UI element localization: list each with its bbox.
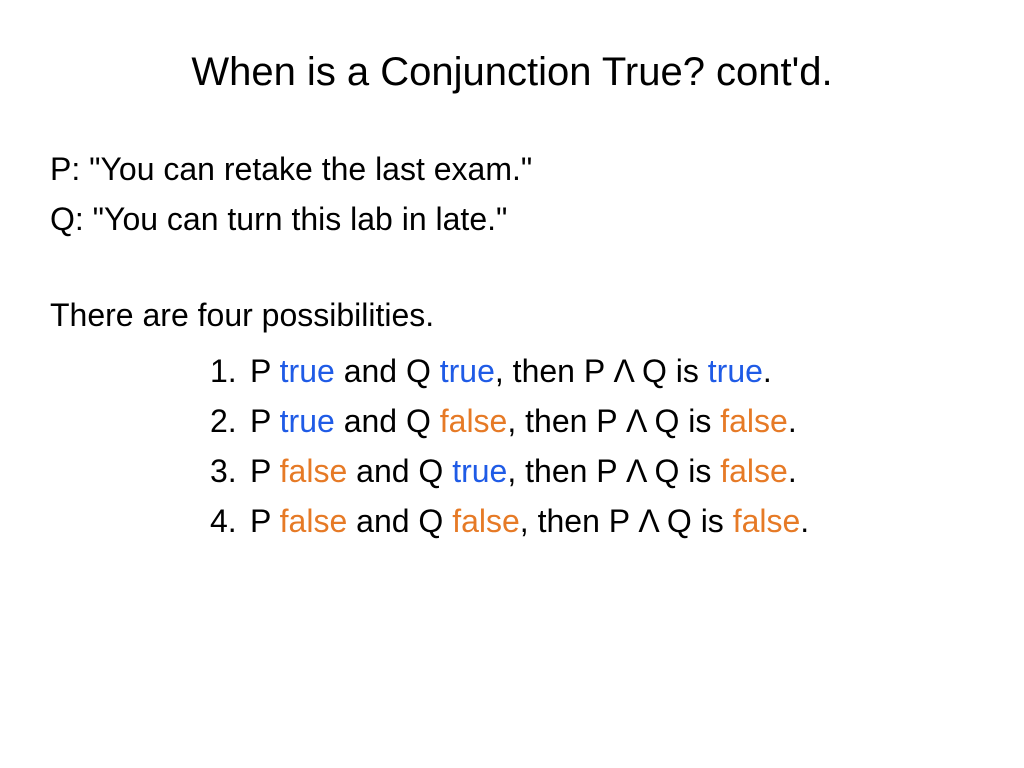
poss-4-a: P xyxy=(250,503,280,539)
poss-1-num: 1. xyxy=(210,347,250,395)
proposition-q: Q: "You can turn this lab in late." xyxy=(50,195,974,243)
poss-1-c: , then P Λ Q is xyxy=(495,353,708,389)
poss-4-pval: false xyxy=(280,503,348,539)
poss-2-rval: false xyxy=(720,403,788,439)
proposition-p: P: "You can retake the last exam." xyxy=(50,145,974,193)
slide-title: When is a Conjunction True? cont'd. xyxy=(50,50,974,95)
poss-4-b: and Q xyxy=(347,503,452,539)
poss-4-rval: false xyxy=(733,503,801,539)
poss-4-qval: false xyxy=(452,503,520,539)
poss-3-pval: false xyxy=(280,453,348,489)
poss-2-qval: false xyxy=(440,403,508,439)
poss-1-rval: true xyxy=(708,353,763,389)
possibilities-intro: There are four possibilities. xyxy=(50,291,974,339)
prop-q-label: Q: xyxy=(50,201,84,237)
slide-content: P: "You can retake the last exam." Q: "Y… xyxy=(50,145,974,545)
poss-1-a: P xyxy=(250,353,280,389)
poss-4-c: , then P Λ Q is xyxy=(520,503,733,539)
poss-3-rval: false xyxy=(720,453,788,489)
possibilities-list: 1.P true and Q true, then P Λ Q is true.… xyxy=(210,347,974,545)
prop-q-text: "You can turn this lab in late." xyxy=(93,201,508,237)
poss-3-d: . xyxy=(788,453,797,489)
possibility-4: 4.P false and Q false, then P Λ Q is fal… xyxy=(210,497,974,545)
poss-1-b: and Q xyxy=(335,353,440,389)
poss-2-num: 2. xyxy=(210,397,250,445)
poss-3-b: and Q xyxy=(347,453,452,489)
possibility-3: 3.P false and Q true, then P Λ Q is fals… xyxy=(210,447,974,495)
poss-2-b: and Q xyxy=(335,403,440,439)
poss-3-num: 3. xyxy=(210,447,250,495)
poss-4-d: . xyxy=(800,503,809,539)
slide-container: When is a Conjunction True? cont'd. P: "… xyxy=(0,0,1024,768)
poss-1-pval: true xyxy=(280,353,335,389)
possibility-2: 2.P true and Q false, then P Λ Q is fals… xyxy=(210,397,974,445)
prop-p-text: "You can retake the last exam." xyxy=(89,151,532,187)
poss-1-d: . xyxy=(763,353,772,389)
poss-3-c: , then P Λ Q is xyxy=(507,453,720,489)
poss-2-d: . xyxy=(788,403,797,439)
poss-2-pval: true xyxy=(280,403,335,439)
prop-p-label: P: xyxy=(50,151,80,187)
poss-3-qval: true xyxy=(452,453,507,489)
poss-2-c: , then P Λ Q is xyxy=(507,403,720,439)
poss-4-num: 4. xyxy=(210,497,250,545)
poss-1-qval: true xyxy=(440,353,495,389)
poss-2-a: P xyxy=(250,403,280,439)
possibility-1: 1.P true and Q true, then P Λ Q is true. xyxy=(210,347,974,395)
poss-3-a: P xyxy=(250,453,280,489)
